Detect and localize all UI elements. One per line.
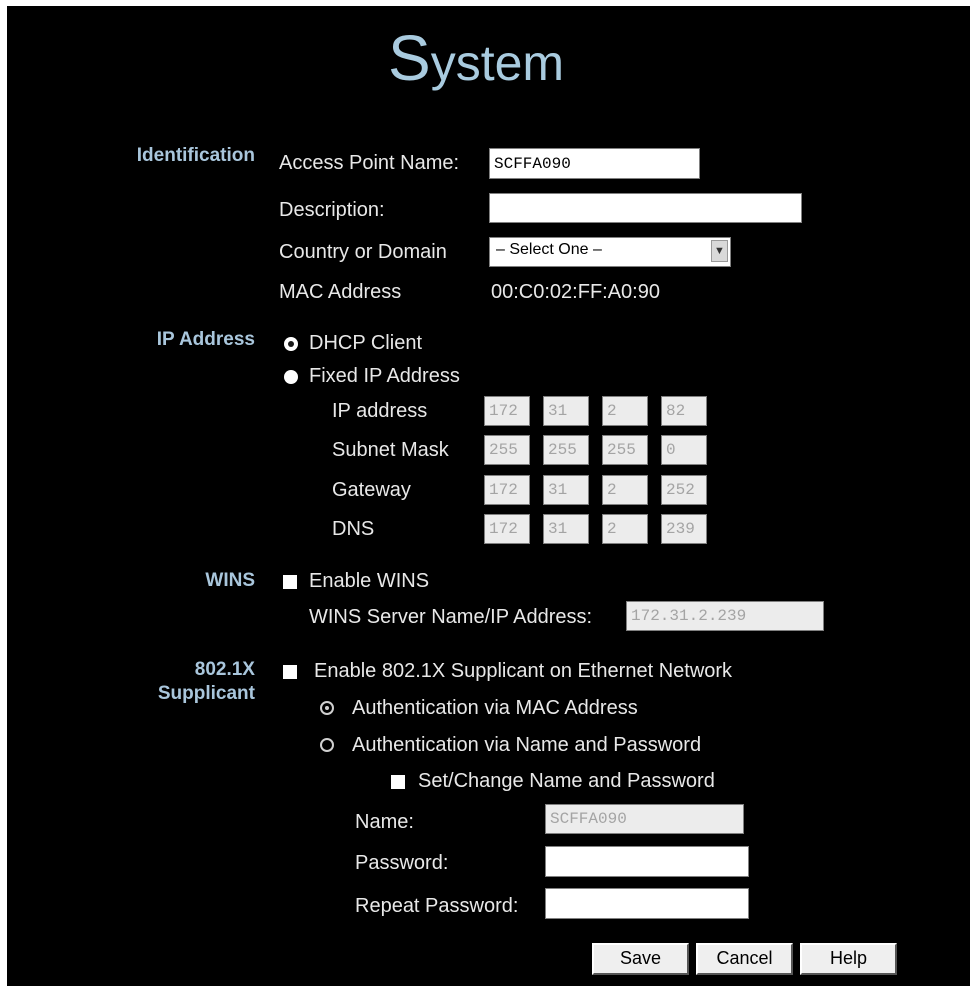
gateway-octet-3[interactable] bbox=[602, 475, 648, 505]
enable-8021x-label: Enable 802.1X Supplicant on Ethernet Net… bbox=[314, 660, 733, 682]
dns-label: DNS bbox=[332, 518, 375, 540]
fixed-ip-radio[interactable] bbox=[284, 370, 298, 384]
auth-name-radio[interactable] bbox=[320, 738, 334, 752]
wins-server-label: WINS Server Name/IP Address: bbox=[309, 606, 593, 628]
password-label: Password: bbox=[355, 852, 449, 874]
description-label: Description: bbox=[279, 199, 385, 221]
country-select-value: – Select One – bbox=[496, 241, 602, 258]
ip-octet-3[interactable] bbox=[602, 396, 648, 426]
section-ip-address: IP Address bbox=[156, 329, 255, 350]
subnet-octet-3[interactable] bbox=[602, 435, 648, 465]
mac-value: 00:C0:02:FF:A0:90 bbox=[491, 281, 660, 303]
ip-address-label: IP address bbox=[332, 400, 428, 422]
subnet-octet-1[interactable] bbox=[484, 435, 530, 465]
dns-octet-2[interactable] bbox=[543, 514, 589, 544]
repeat-password-label: Repeat Password: bbox=[355, 895, 519, 917]
gateway-label: Gateway bbox=[332, 479, 411, 501]
dns-octet-4[interactable] bbox=[661, 514, 707, 544]
repeat-password-input[interactable] bbox=[545, 888, 749, 919]
ip-octet-4[interactable] bbox=[661, 396, 707, 426]
ip-octet-2[interactable] bbox=[543, 396, 589, 426]
wins-server-input[interactable] bbox=[626, 601, 824, 631]
set-change-label: Set/Change Name and Password bbox=[418, 770, 715, 792]
enable-8021x-checkbox[interactable] bbox=[283, 665, 297, 679]
subnet-mask-label: Subnet Mask bbox=[332, 439, 449, 461]
enable-wins-checkbox[interactable] bbox=[283, 575, 297, 589]
dhcp-label: DHCP Client bbox=[309, 332, 422, 354]
password-input[interactable] bbox=[545, 846, 749, 877]
enable-wins-label: Enable WINS bbox=[309, 570, 430, 592]
chevron-down-icon[interactable]: ▼ bbox=[711, 240, 728, 262]
mac-label: MAC Address bbox=[279, 281, 402, 303]
country-label: Country or Domain bbox=[279, 241, 447, 263]
section-wins: WINS bbox=[205, 570, 255, 591]
gateway-octet-1[interactable] bbox=[484, 475, 530, 505]
dns-octet-3[interactable] bbox=[602, 514, 648, 544]
page-title-initial: S bbox=[388, 22, 431, 94]
fixed-ip-label: Fixed IP Address bbox=[309, 365, 460, 387]
dns-octet-1[interactable] bbox=[484, 514, 530, 544]
section-identification: Identification bbox=[136, 145, 255, 166]
gateway-octet-4[interactable] bbox=[661, 475, 707, 505]
subnet-octet-2[interactable] bbox=[543, 435, 589, 465]
ap-name-input[interactable] bbox=[489, 148, 700, 179]
auth-mac-label: Authentication via MAC Address bbox=[352, 697, 638, 719]
subnet-octet-4[interactable] bbox=[661, 435, 707, 465]
save-button[interactable]: Save bbox=[592, 943, 689, 975]
cancel-button[interactable]: Cancel bbox=[696, 943, 793, 975]
dhcp-radio[interactable] bbox=[284, 337, 298, 351]
name-input[interactable] bbox=[545, 804, 744, 834]
ap-name-label: Access Point Name: bbox=[279, 152, 460, 174]
section-supplicant: Supplicant bbox=[157, 683, 255, 704]
section-8021x: 802.1X bbox=[194, 659, 255, 680]
auth-name-label: Authentication via Name and Password bbox=[352, 734, 702, 756]
gateway-octet-2[interactable] bbox=[543, 475, 589, 505]
help-button[interactable]: Help bbox=[800, 943, 897, 975]
ip-octet-1[interactable] bbox=[484, 396, 530, 426]
set-change-checkbox[interactable] bbox=[391, 775, 405, 789]
page-title-rest: ystem bbox=[430, 35, 565, 91]
auth-mac-radio[interactable] bbox=[320, 701, 334, 715]
country-select[interactable]: – Select One – ▼ bbox=[489, 237, 731, 267]
name-label: Name: bbox=[355, 811, 414, 833]
description-input[interactable] bbox=[489, 193, 802, 223]
system-panel: System Identification Access Point Name:… bbox=[7, 6, 970, 986]
page-title: System bbox=[388, 26, 565, 93]
